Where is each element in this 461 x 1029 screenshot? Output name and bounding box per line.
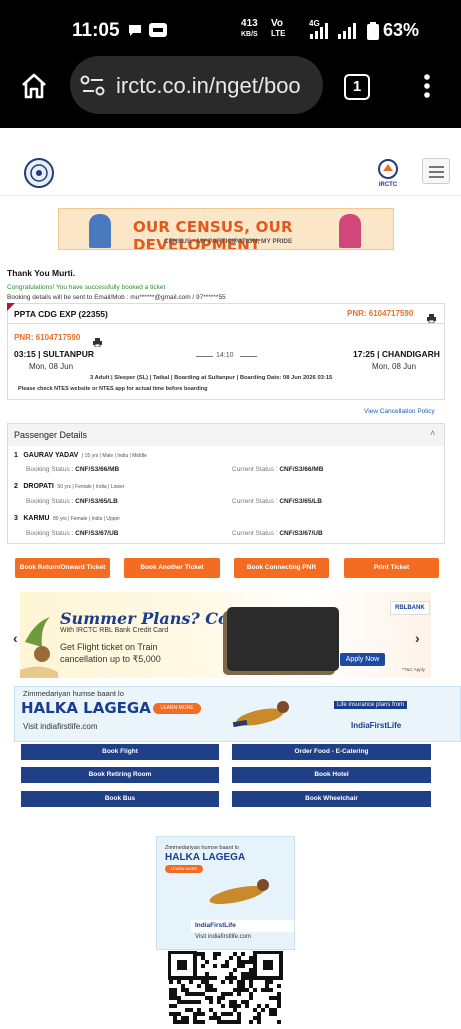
small-ad-visit: Visit indiafirstlife.com — [195, 934, 251, 940]
journey-summary: 3 Adult | Sleeper (SL) | Tatkal | Boardi… — [90, 375, 333, 381]
cancellation-policy-link[interactable]: View Cancellation Policy — [364, 408, 435, 415]
url-text[interactable]: irctc.co.in/nget/boo — [116, 73, 312, 99]
passenger-row-3: 3 KARMU 80 yrs | Female | India | Upper — [14, 515, 120, 522]
rbl-credit-card-banner[interactable]: Summer Plans? Confirmed. With IRCTC RBL … — [20, 592, 431, 678]
signal-icon-2 — [338, 23, 356, 39]
census-banner[interactable]: OUR CENSUS, OUR DEVELOPMENT CENSUS - MY … — [58, 208, 394, 250]
pnr-header: PNR: 6104717590 — [347, 309, 414, 318]
life-visit: Visit indiafirstlife.com — [23, 722, 98, 731]
book-return-ticket-button[interactable]: Book Return/Onward Ticket — [15, 558, 110, 578]
svg-text:IRCTC: IRCTC — [379, 182, 398, 188]
booking-status-1: Booking Status : CNF/S3/66/MB — [26, 466, 120, 473]
indiafirstlife-logo: IndiaFirstLife — [351, 721, 402, 730]
life-right-text: Life insurance plans from — [334, 701, 408, 709]
qr-code — [167, 950, 283, 1024]
clock: 11:05 — [72, 20, 120, 41]
order-food-button[interactable]: Order Food - E-Catering — [232, 744, 431, 760]
passenger-row-1: 1 GAURAV YADAV | 15 yrs | Male | India |… — [14, 452, 147, 459]
battery-icon — [367, 22, 379, 43]
tab-switcher-button[interactable]: 1 — [344, 74, 370, 100]
site-settings-icon[interactable] — [80, 75, 106, 102]
net-speed: 413 KB/S — [241, 18, 258, 39]
rbl-bank-logo: RBLBANK — [390, 601, 430, 615]
print-ticket-button[interactable]: Print Ticket — [344, 558, 439, 578]
journey-duration: 14:10 — [216, 352, 234, 359]
emblem-logo[interactable] — [24, 158, 54, 188]
census-title: OUR CENSUS, OUR DEVELOPMENT — [133, 218, 293, 250]
print-icon[interactable] — [427, 310, 436, 328]
collapse-chevron-icon[interactable]: ˄ — [430, 428, 435, 438]
banner-palm-decoration — [20, 592, 58, 678]
current-status-1: Current Status : CNF/S3/66/MB — [232, 466, 324, 473]
menu-button[interactable] — [422, 158, 450, 184]
qr-finder-center — [177, 960, 187, 970]
more-options-icon[interactable] — [423, 73, 431, 104]
train-name: PPTA CDG EXP (22355) — [14, 309, 108, 319]
book-connecting-pnr-button[interactable]: Book Connecting PNR — [234, 558, 329, 578]
rbl-line3: cancellation up to ₹5,000 — [60, 654, 161, 664]
duration-line-left — [196, 356, 213, 357]
rbl-tc: *T&C Apply — [402, 667, 426, 672]
book-flight-button[interactable]: Book Flight — [21, 744, 219, 760]
irctc-logo[interactable]: IRCTC — [374, 158, 402, 188]
arrival-date: Mon, 08 Jun — [372, 362, 417, 371]
duration-line-right — [240, 356, 257, 357]
small-ad-learn-more[interactable]: LEARN MORE — [165, 865, 203, 873]
rbl-line1: With IRCTC RBL Bank Credit Card — [60, 627, 169, 634]
learn-more-button[interactable]: LEARN MORE — [153, 703, 201, 714]
book-wheelchair-button[interactable]: Book Wheelchair — [232, 791, 431, 807]
congrats-text: Congratulations! You have successfully b… — [7, 284, 166, 291]
qr-code-pattern — [167, 950, 283, 1024]
life-tagline: Zimmedariyan humse baant lo — [23, 689, 124, 698]
home-icon[interactable] — [20, 72, 48, 105]
volte-indicator: Vo LTE — [271, 18, 286, 39]
carousel-next-arrow[interactable]: › — [415, 630, 420, 646]
battery-level: 63% — [383, 20, 420, 40]
book-retiring-room-button[interactable]: Book Retiring Room — [21, 767, 219, 783]
rbl-line2: Get Flight ticket on Train — [60, 642, 158, 652]
details-sent-text: Booking details will be sent to Email/Mo… — [7, 294, 226, 301]
census-subtitle: CENSUS - MY PARTICIPATION, MY PRIDE — [164, 238, 293, 245]
booking-status-3: Booking Status : CNF/S3/67/UB — [26, 530, 119, 537]
flying-man-illustration — [225, 691, 295, 739]
app-notification-icon — [149, 23, 167, 40]
ntes-note: Please check NTES website or NTES app fo… — [18, 386, 208, 392]
book-another-ticket-button[interactable]: Book Another Ticket — [124, 558, 220, 578]
current-status-2: Current Status : CNF/S3/65/LB — [232, 498, 322, 505]
small-ad-tagline: Zimmedariyan humse baant lo — [165, 845, 239, 851]
indiafirstlife-banner[interactable]: Zimmedariyan humse baant lo HALKA LAGEGA… — [14, 686, 461, 742]
chat-notification-icon — [127, 23, 143, 40]
current-status-3: Current Status : CNF/S3/67/UB — [232, 530, 323, 537]
small-ad-headline: HALKA LAGEGA — [165, 852, 246, 863]
thank-you-text: Thank You Murti. — [7, 268, 76, 278]
passenger-row-2: 2 DROPATI 50 yrs | Female | India | Lowe… — [14, 483, 125, 490]
booking-status-2: Booking Status : CNF/S3/65/LB — [26, 498, 118, 505]
qr-finder-center — [263, 960, 273, 970]
book-hotel-button[interactable]: Book Hotel — [232, 767, 431, 783]
indiafirstlife-square-ad[interactable]: Zimmedariyan humse baant lo HALKA LAGEGA… — [156, 836, 295, 950]
credit-card-image — [227, 607, 339, 671]
signal-icon-1 — [310, 23, 328, 39]
pnr-number: PNR: 6104717590 — [14, 333, 81, 342]
small-ad-brand: IndiaFirstLife — [195, 922, 236, 929]
banner-person-left — [89, 214, 111, 248]
carousel-prev-arrow[interactable]: ‹ — [13, 630, 18, 646]
passenger-details-title: Passenger Details — [14, 430, 88, 440]
apply-now-button[interactable]: Apply Now — [340, 653, 385, 666]
status-bar: 11:05 413 KB/S Vo LTE 4G 63% — [0, 0, 461, 58]
life-headline: HALKA LAGEGA — [21, 699, 151, 717]
departure-time-station: 03:15 | SULTANPUR — [14, 349, 94, 359]
departure-date: Mon, 08 Jun — [29, 362, 74, 371]
small-ad-illustration — [197, 875, 277, 915]
print-icon-small[interactable] — [93, 334, 102, 352]
book-bus-button[interactable]: Book Bus — [21, 791, 219, 807]
card-divider — [8, 323, 444, 324]
arrival-time-station: 17:25 | CHANDIGARH — [353, 349, 440, 359]
